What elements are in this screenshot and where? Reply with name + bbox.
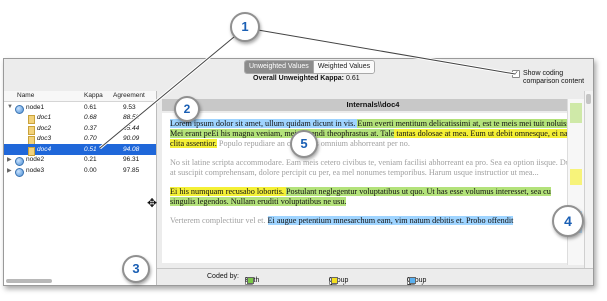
callout-2: 2 <box>174 96 200 122</box>
callout-5: 5 <box>290 130 318 158</box>
callout-1: 1 <box>230 12 260 42</box>
callout-4: 4 <box>552 205 584 237</box>
callout-3: 3 <box>122 255 150 283</box>
